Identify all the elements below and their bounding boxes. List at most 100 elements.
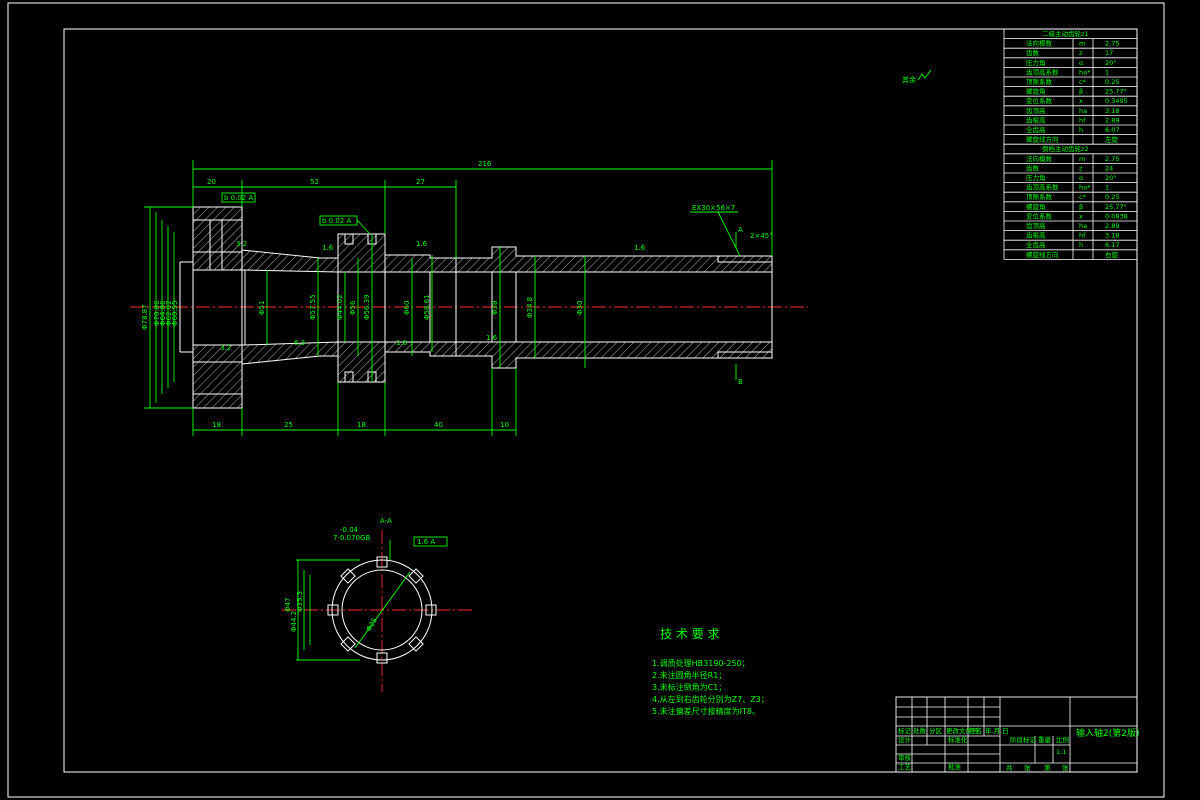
inner-dia-2: Φ57.55	[309, 294, 317, 320]
tb-process: 工艺	[898, 763, 912, 771]
spec-z2-row-7-value: 2.89	[1105, 222, 1119, 230]
spec-z1-row-1-symbol: z	[1079, 49, 1083, 57]
spec-z1-row-3-symbol: ha*	[1079, 68, 1091, 76]
drawing-name: 输入轴2(第2版)	[1076, 727, 1139, 739]
tb-date: 年.月.日	[985, 726, 1009, 735]
tech-req-item-4: 4.从左到右齿轮分别为Z7、Z3；	[652, 694, 769, 704]
spec-z2-row-1-name: 齿数	[1026, 163, 1040, 172]
spec-z2-row-0-name: 法向模数	[1026, 154, 1053, 163]
tolerance-frame-2: b 0.02 A	[322, 217, 351, 225]
section-view-aa: A-A -0.04 7-0.070GB Φ47 Φ44.2 Φ35.3 Φ25 …	[282, 517, 474, 692]
spec-z1-row-9-name: 全齿高	[1026, 125, 1046, 134]
tb-standard: 标准化	[948, 735, 968, 744]
tb-approve: 批准	[948, 762, 962, 771]
roughness-5: 3.2	[220, 344, 231, 352]
spec-z1-row-10-value: 左旋	[1105, 135, 1119, 144]
bottom-dim-1: 18	[212, 421, 221, 429]
spec-z1-row-2-value: 20°	[1105, 59, 1117, 67]
bottom-dim-4: 40	[434, 421, 443, 429]
spec-z2-row-3-symbol: ha*	[1079, 184, 1091, 192]
spec-z1-row-4-name: 顶隙系数	[1026, 77, 1053, 86]
tb-sheets-1: 张	[1024, 763, 1031, 772]
inner-dia-4: Φ56	[349, 300, 357, 315]
spec-z2-row-8-name: 齿根高	[1026, 231, 1046, 240]
spec-z2-row-6-name: 变位系数	[1026, 211, 1053, 220]
spec-z1-row-0-symbol: m	[1079, 40, 1085, 48]
spec-z1-row-7-value: 3.18	[1105, 107, 1119, 115]
spec-z1-row-6-value: 0.3495	[1105, 97, 1128, 105]
section-dia-1: Φ47	[284, 598, 292, 612]
tb-total: 共	[1006, 763, 1013, 772]
spec-z1-title: 二级主动齿轮z1	[1042, 29, 1089, 38]
spec-z1-row-9-value: 6.07	[1105, 126, 1119, 134]
tb-weight: 重量	[1038, 736, 1052, 744]
spec-z2-row-4-value: 0.25	[1105, 193, 1119, 201]
section-tol-lower: 7-0.070GB	[333, 534, 370, 542]
section-dia-2: Φ44.2	[290, 611, 298, 632]
spec-z1-row-5-name: 螺旋角	[1026, 87, 1046, 96]
inner-dia-6: Φ60	[403, 301, 411, 315]
spec-z1-row-7-name: 齿顶高	[1026, 106, 1046, 115]
spec-z2-row-6-symbol: x	[1079, 212, 1083, 220]
bottom-dim-3: 18	[357, 421, 366, 429]
section-tol-upper: -0.04	[340, 526, 359, 534]
spec-z1-row-3-name: 齿顶高系数	[1026, 67, 1059, 76]
spec-z1-row-6-name: 变位系数	[1026, 96, 1053, 105]
spec-z2-row-4-name: 顶隙系数	[1026, 192, 1053, 201]
spec-z1-row-7-symbol: ha	[1079, 107, 1087, 115]
section-tolerance-frame: 1.6 A	[417, 538, 435, 546]
spec-z2-row-4-symbol: c*	[1079, 193, 1087, 201]
spec-z1-row-5-value: 25.77°	[1105, 88, 1127, 96]
left-dia-5: Φ60.55	[171, 300, 179, 326]
chamfer-note: 2×45°	[750, 232, 773, 240]
tb-page: 第	[1044, 763, 1051, 772]
spec-z2-row-2-name: 压力角	[1026, 173, 1046, 182]
inner-dia-8: Φ38	[491, 301, 499, 315]
shaft-main-view	[130, 206, 808, 409]
inner-dia-1: Φ51	[258, 301, 266, 315]
tech-req-item-1: 1.调质处理HB3190-250；	[652, 658, 750, 668]
tolerance-frames: b 0.02 A b 0.02 A	[221, 192, 371, 235]
spec-z2-row-8-symbol: hf	[1079, 232, 1086, 240]
roughness-2: 1.6	[322, 244, 334, 252]
roughness-7: 1.6	[396, 339, 408, 347]
cad-drawing-canvas: 216 20 52 27 18 25 18 40 10 Φ78.87 Φ70.8…	[7, 2, 1165, 798]
spec-z2-row-2-symbol: α	[1079, 174, 1083, 182]
spec-z1-row-0-name: 法向模数	[1026, 39, 1053, 48]
inner-dia-7: Φ58.61	[423, 294, 431, 320]
spec-z2-row-9-name: 全齿高	[1026, 240, 1046, 249]
spec-z1-row-9-symbol: h	[1079, 126, 1083, 134]
spec-z1-row-2-name: 压力角	[1026, 58, 1046, 67]
spline-note: EX30×56×7	[692, 204, 735, 212]
tolerance-frame-1: b 0.02 A	[224, 194, 253, 202]
tb-scale-value: 1:1	[1056, 748, 1066, 756]
inner-dia-9: Φ34.8	[526, 297, 534, 318]
spec-z1-row-3-value: 1	[1105, 68, 1109, 76]
spec-z2-row-5-name: 螺旋角	[1026, 202, 1046, 211]
tb-review: 审核	[898, 753, 912, 762]
top-dim-2: 52	[310, 178, 319, 186]
spec-z1-row-8-value: 2.89	[1105, 116, 1119, 124]
spec-z1-row-10-name: 螺旋线方向	[1026, 135, 1059, 144]
technical-requirements: 技 术 要 求 1.调质处理HB3190-250； 2.未注圆角半径R1； 3.…	[652, 627, 769, 716]
tb-scale-label: 比例	[1056, 735, 1069, 744]
spec-z2-row-1-value: 24	[1105, 164, 1113, 172]
tech-req-item-3: 3.未标注倒角为C1；	[652, 682, 726, 692]
spec-z1-row-8-name: 齿根高	[1026, 115, 1046, 124]
inner-dia-10: Φ30	[576, 301, 584, 315]
left-dia-1: Φ78.87	[141, 304, 149, 330]
spec-z1-row-1-value: 17	[1105, 49, 1113, 57]
gear-spec-table: 二级主动齿轮z1法向模数 m 2.75齿数 z 17压力角 α 20°齿顶高系数 ha* 1顶隙…	[1003, 28, 1138, 260]
section-dia-inner: Φ25	[365, 617, 379, 633]
tb-stage: 阶段标记	[1010, 735, 1037, 744]
section-label-b: B	[738, 378, 743, 386]
spec-z2-row-8-value: 3.18	[1105, 232, 1119, 240]
spec-z1-row-6-symbol: x	[1079, 97, 1083, 105]
spec-z2-row-1-symbol: z	[1079, 164, 1083, 172]
spec-z2-row-0-value: 2.75	[1105, 155, 1119, 163]
bottom-dim-2: 25	[284, 421, 293, 429]
spec-z1-row-1-name: 齿数	[1026, 48, 1040, 57]
spec-z2-row-5-symbol: β	[1079, 203, 1083, 211]
section-label-a: A	[738, 226, 743, 234]
tb-mark: 标记	[898, 726, 912, 735]
